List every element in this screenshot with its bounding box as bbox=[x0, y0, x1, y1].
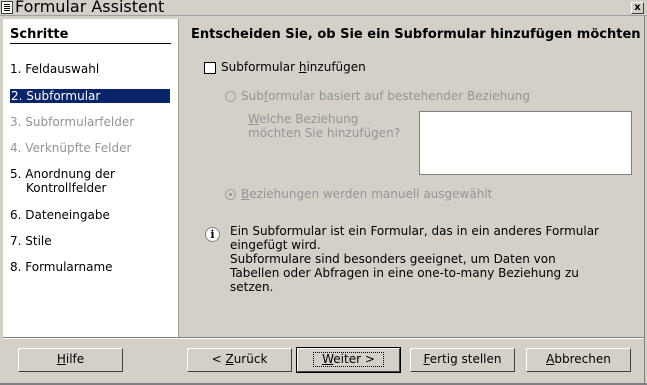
step-arrange-controls[interactable]: 5. Anordnung der Kontrollfelder bbox=[10, 167, 115, 195]
relation-label-accel: W bbox=[248, 112, 260, 126]
existing-relation-post: ormular basiert auf bestehender Beziehun… bbox=[268, 89, 531, 103]
step-form-name[interactable]: 8. Formularname bbox=[10, 260, 113, 274]
cancel-button[interactable]: Abbrechen bbox=[526, 348, 631, 372]
close-button[interactable]: x bbox=[631, 2, 644, 14]
button-separator-highlight bbox=[3, 338, 644, 339]
next-focus-ring: Weiter > bbox=[313, 352, 384, 367]
relation-label-line1: Welche Beziehung bbox=[248, 112, 400, 126]
manual-relation-post: eziehungen werden manuell ausgewählt bbox=[249, 187, 493, 201]
info-line-4: Tabellen oder Abfragen in eine one-to-ma… bbox=[230, 266, 579, 280]
relation-listbox[interactable] bbox=[419, 111, 632, 175]
back-post: urück bbox=[233, 352, 268, 366]
steps-panel: Schritte 1. Feldauswahl 2. Subformular 3… bbox=[3, 19, 179, 337]
app-icon bbox=[1, 1, 13, 14]
steps-divider bbox=[10, 43, 171, 44]
existing-relation-radio bbox=[225, 91, 236, 102]
step-subform[interactable]: 2. Subformular bbox=[10, 89, 170, 103]
window-border-right bbox=[644, 16, 645, 383]
back-button[interactable]: < Zurück bbox=[187, 348, 292, 372]
next-accel: W bbox=[322, 352, 334, 366]
page-title: Entscheiden Sie, ob Sie ein Subformular … bbox=[191, 27, 641, 42]
next-post: eiter > bbox=[333, 352, 375, 366]
step-arrange-line1: 5. Anordnung der bbox=[10, 167, 115, 181]
manual-relation-label: Beziehungen werden manuell ausgewählt bbox=[241, 187, 492, 201]
relation-select-label: Welche Beziehung möchten Sie hinzufügen? bbox=[248, 112, 400, 140]
add-subform-label-pre: Subformular bbox=[221, 60, 299, 74]
step-field-selection[interactable]: 1. Feldauswahl bbox=[10, 62, 99, 76]
next-button[interactable]: Weiter > bbox=[296, 347, 401, 373]
back-accel: Z bbox=[225, 352, 234, 366]
help-accel: H bbox=[56, 352, 66, 366]
info-icon: i bbox=[205, 227, 220, 242]
info-line-3: Subformulare sind besonders geeignet, um… bbox=[230, 252, 556, 266]
step-styles[interactable]: 7. Stile bbox=[10, 234, 52, 248]
cancel-post: bbrechen bbox=[554, 352, 611, 366]
add-subform-label[interactable]: Subformular hinzufügen bbox=[221, 60, 366, 74]
manual-relation-accel: B bbox=[241, 187, 250, 201]
finish-button[interactable]: Fertig stellen bbox=[410, 348, 515, 372]
back-pre: < bbox=[211, 352, 226, 366]
add-subform-label-post: inzufügen bbox=[306, 60, 366, 74]
existing-relation-pre: Sub bbox=[241, 89, 264, 103]
info-line-2: eingefügt wird. bbox=[230, 238, 321, 252]
title-bar: Formular Assistent x bbox=[0, 0, 647, 16]
help-post: ilfe bbox=[65, 352, 85, 366]
info-text: Ein Subformular ist ein Formular, das in… bbox=[230, 224, 630, 294]
steps-heading: Schritte bbox=[10, 27, 69, 42]
step-arrange-line2: Kontrollfelder bbox=[26, 181, 107, 195]
window-title: Formular Assistent bbox=[15, 0, 165, 16]
manual-relation-radio bbox=[225, 189, 236, 200]
finish-post: ertig stellen bbox=[429, 352, 502, 366]
step-linked-fields: 4. Verknüpfte Felder bbox=[10, 141, 132, 155]
existing-relation-label: Subformular basiert auf bestehender Bezi… bbox=[241, 89, 530, 103]
step-subform-fields: 3. Subformularfelder bbox=[10, 115, 135, 129]
step-data-entry[interactable]: 6. Dateneingabe bbox=[10, 208, 110, 222]
info-line-1: Ein Subformular ist ein Formular, das in… bbox=[230, 224, 599, 238]
add-subform-checkbox[interactable] bbox=[204, 62, 216, 74]
info-line-5: setzen. bbox=[230, 280, 274, 294]
relation-label-line2: möchten Sie hinzufügen? bbox=[248, 126, 401, 140]
help-button[interactable]: Hilfe bbox=[18, 348, 123, 372]
relation-label-post: elche Beziehung bbox=[259, 112, 359, 126]
